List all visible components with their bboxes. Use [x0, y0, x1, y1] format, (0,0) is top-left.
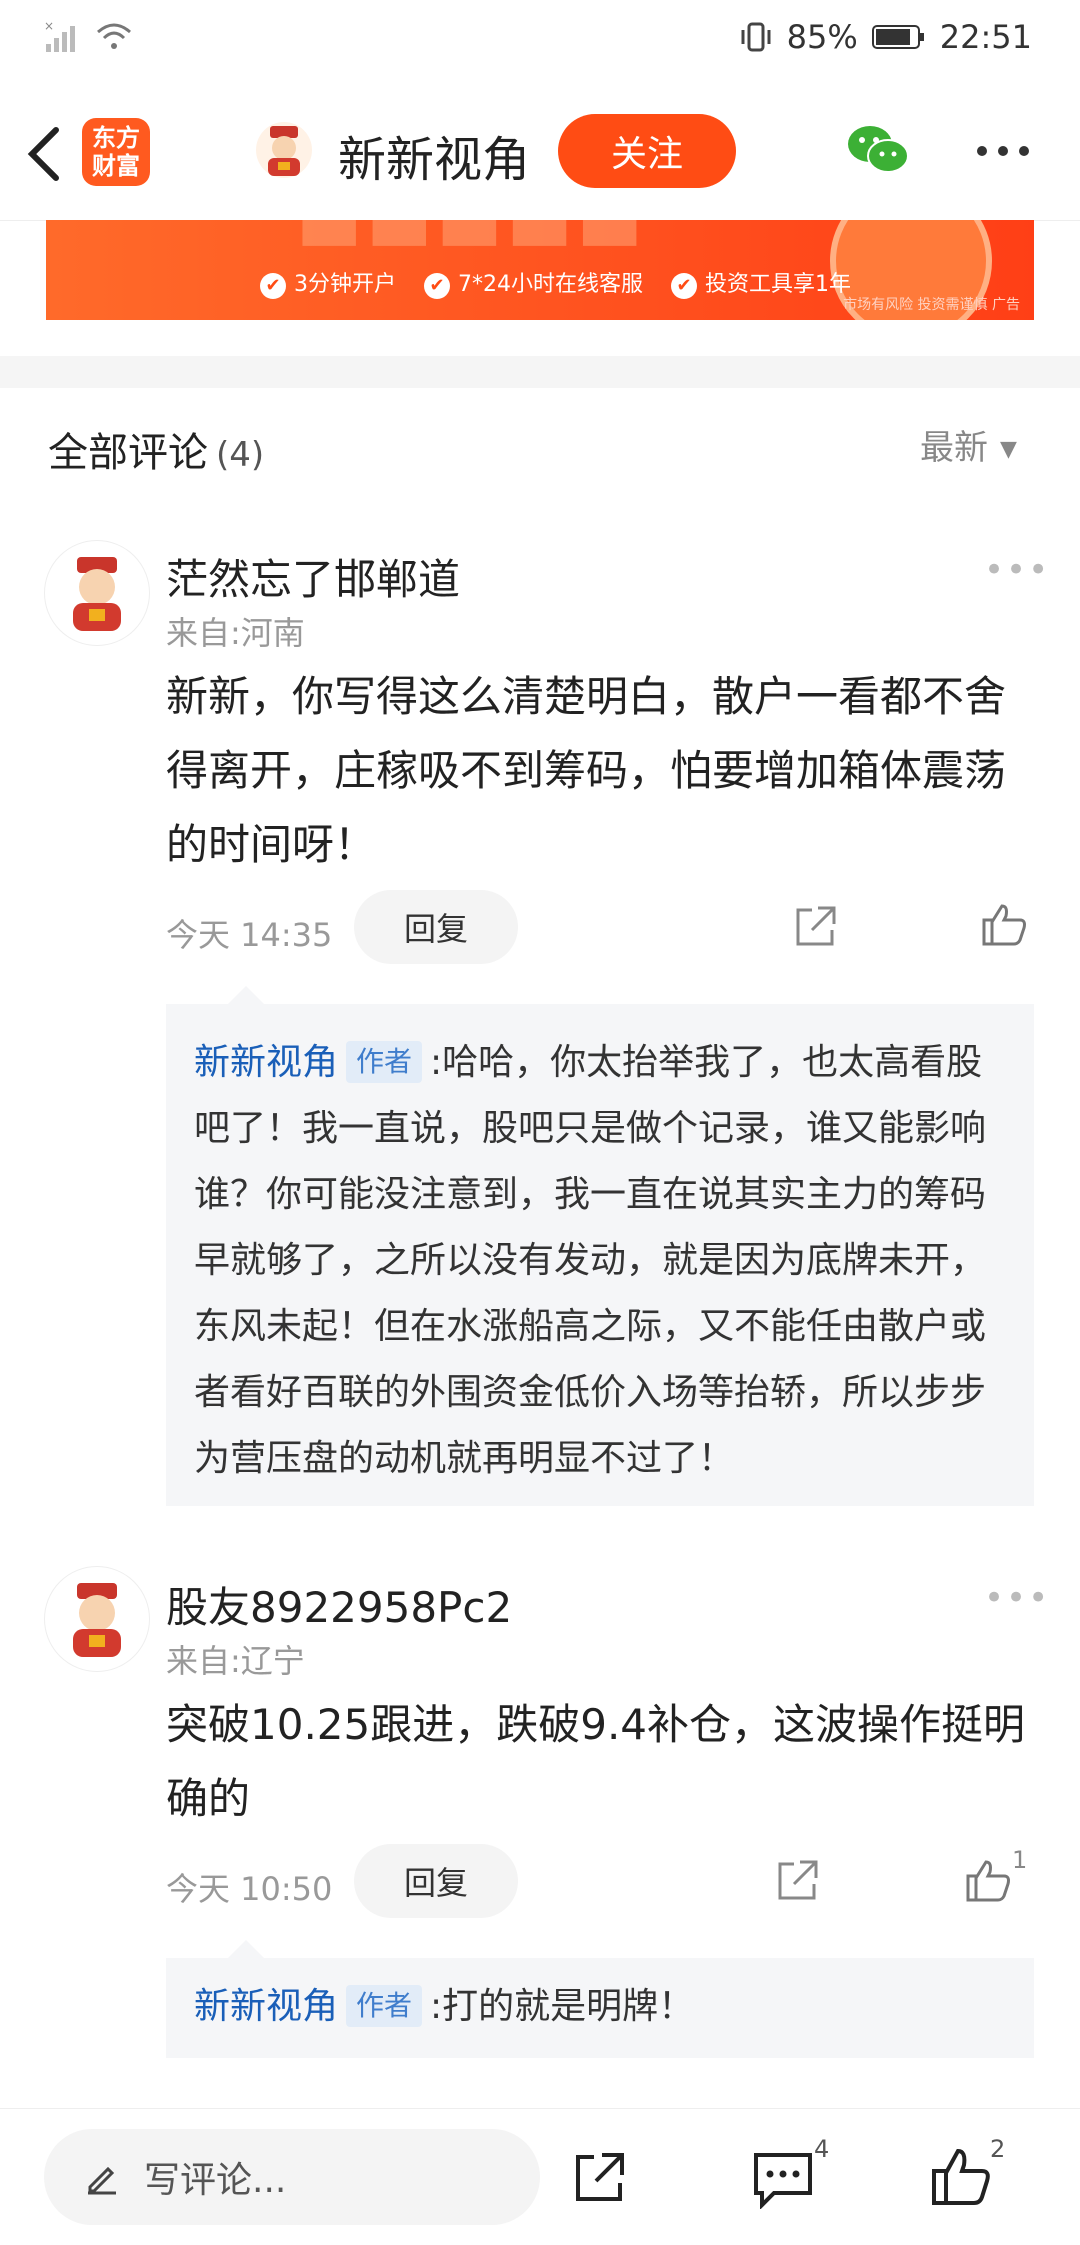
pencil-icon — [88, 2166, 116, 2195]
sort-label: 最新 — [920, 428, 988, 468]
page-title: 新新视角 — [338, 132, 531, 188]
ad-banner[interactable]: ▬▬▬▬▬ 3分钟开户 7*24小时在线客服 投资工具享1年 市场有风险 投资需… — [46, 220, 1034, 320]
author-badge: 作者 — [346, 1041, 423, 1083]
clock: 22:51 — [939, 18, 1032, 56]
comment-input[interactable]: 写评论... — [44, 2129, 540, 2225]
comment-icon[interactable] — [752, 2149, 814, 2209]
like-icon[interactable] — [930, 2145, 992, 2207]
reply-button[interactable]: 回复 — [354, 1844, 518, 1918]
reply-pointer — [228, 1940, 264, 1958]
vibrate-icon — [741, 22, 771, 52]
reply-content: 新新视角 作者:哈哈，你太抬举我了，也太高看股吧了！我一直说，股吧只是做个记录，谁… — [166, 1004, 1034, 1492]
like-icon[interactable] — [980, 900, 1028, 948]
reply-author[interactable]: 新新视角 — [194, 1986, 338, 2027]
avatar[interactable] — [256, 122, 312, 178]
reply-text: :哈哈，你太抬举我了，也太高看股吧了！我一直说，股吧只是做个记录，谁又能影响谁？… — [194, 1042, 987, 1479]
caishen-avatar-icon — [73, 1583, 121, 1657]
ad-disclaimer: 市场有风险 投资需谨慎 广告 — [843, 297, 1020, 313]
nav-bar: 东方财富 新新视角 关注 — [0, 84, 1080, 221]
ad-feature: 投资工具享1年 — [671, 266, 851, 299]
comments-title-label: 全部评论 — [48, 430, 208, 476]
share-icon[interactable] — [792, 902, 840, 950]
comment-time: 今天 14:35 — [166, 916, 333, 954]
battery-icon — [871, 25, 924, 49]
comment-body: 新新，你写得这么清楚明白，散户一看都不舍得离开，庄稼吸不到筹码，怕要增加箱体震荡… — [166, 672, 1007, 869]
wechat-icon[interactable] — [846, 122, 910, 178]
svg-text:×: × — [44, 20, 54, 33]
like-icon[interactable] — [964, 1856, 1012, 1904]
comments-count: (4) — [216, 435, 265, 475]
reply-content: 新新视角 作者:打的就是明牌！ — [166, 1958, 1034, 2040]
comment-location: 来自:河南 — [166, 614, 305, 652]
like-count: 1 — [1012, 1846, 1028, 1874]
reply-text: :打的就是明牌！ — [430, 1986, 695, 2027]
reply-pointer — [228, 986, 264, 1004]
caishen-avatar-icon — [268, 126, 300, 176]
ad-feature: 7*24小时在线客服 — [424, 266, 643, 299]
more-icon[interactable] — [976, 144, 1030, 158]
ad-graphic: ▬▬▬▬▬ — [296, 220, 647, 268]
back-arrow-icon[interactable] — [24, 124, 64, 184]
more-icon[interactable]: ••• — [984, 1578, 1050, 1618]
wifi-icon — [97, 23, 131, 49]
like-count: 2 — [990, 2135, 1006, 2163]
ad-feature: 3分钟开户 — [260, 266, 396, 299]
caret-down-icon: ▼ — [1000, 437, 1017, 462]
comment-author[interactable]: 股友8922958Pc2 — [166, 1574, 512, 1635]
reply-button[interactable]: 回复 — [354, 890, 518, 964]
status-bar: × 85% 22:51 — [0, 0, 1080, 84]
sort-dropdown[interactable]: 最新 ▼ — [920, 420, 1017, 469]
app-logo[interactable]: 东方财富 — [82, 118, 150, 186]
author-reply[interactable]: 新新视角 作者:哈哈，你太抬举我了，也太高看股吧了！我一直说，股吧只是做个记录，谁… — [166, 1004, 1034, 1506]
comments-title: 全部评论 (4) — [48, 420, 264, 478]
comment-placeholder: 写评论... — [144, 2160, 287, 2201]
author-reply[interactable]: 新新视角 作者:打的就是明牌！ — [166, 1958, 1034, 2058]
comment-location: 来自:辽宁 — [166, 1642, 305, 1680]
battery-percent: 85% — [786, 18, 858, 56]
signal-icon: × — [44, 20, 75, 52]
bottom-bar: 写评论... 4 2 — [0, 2108, 1080, 2245]
share-icon[interactable] — [774, 1856, 822, 1904]
avatar[interactable] — [44, 540, 150, 646]
comment-count: 4 — [814, 2135, 830, 2163]
author-badge: 作者 — [346, 1985, 423, 2027]
follow-button[interactable]: 关注 — [558, 114, 736, 188]
section-divider — [0, 356, 1080, 388]
more-icon[interactable]: ••• — [984, 550, 1050, 590]
comment-body: 突破10.25跟进，跌破9.4补仓，这波操作挺明确的 — [166, 1700, 1026, 1823]
avatar[interactable] — [44, 1566, 150, 1672]
share-icon[interactable] — [570, 2147, 630, 2207]
ad-feature-list: 3分钟开户 7*24小时在线客服 投资工具享1年 — [260, 266, 851, 299]
comment-time: 今天 10:50 — [166, 1870, 333, 1908]
reply-author[interactable]: 新新视角 — [194, 1042, 338, 1083]
comment-author[interactable]: 茫然忘了邯郸道 — [166, 546, 460, 607]
caishen-avatar-icon — [73, 557, 121, 631]
